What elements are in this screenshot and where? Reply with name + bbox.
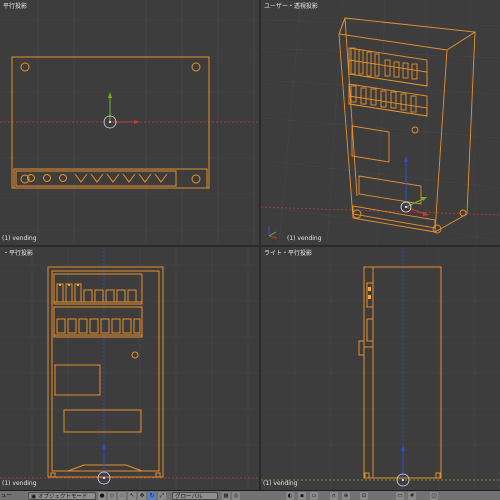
viewport-bottom-right[interactable]: ライト・平行投影 (1) vending [261, 247, 500, 490]
lock-icon[interactable]: ⊡ [360, 492, 368, 500]
header-left-label[interactable]: ュー [1, 492, 12, 500]
render-icon[interactable]: ◐ [286, 492, 294, 500]
mode-select-label: オブジェクトモード [37, 494, 88, 500]
camera-icon[interactable]: ▭ [396, 492, 404, 500]
rotate-icon[interactable]: ↻ [148, 492, 156, 500]
view3d-header: ュー ▣ オブジェクトモード ● ◇ ∴ ↖ ✥ ↻ ⤢ グローバル ▦ ◎ ◐… [0, 490, 500, 500]
active-object-label: (1) vending [287, 235, 322, 242]
viewport-top-left[interactable]: 平行投影 (1) vending [0, 0, 259, 245]
layer-1-icon[interactable]: ▪ [298, 492, 306, 500]
viewport-title: ライト・平行投影 [264, 250, 313, 257]
snap-target-icon[interactable]: ⊕ [342, 492, 350, 500]
magnet-icon[interactable]: ∩ [330, 492, 338, 500]
layer-icon[interactable]: ▦ [222, 492, 230, 500]
vending-machine-side-view [358, 266, 442, 479]
proportional-edit-icon[interactable]: ◎ [232, 492, 240, 500]
orientation-axes-icon [268, 226, 278, 239]
orientation-label: グローバル [175, 494, 203, 500]
object-mode-icon: ▣ [31, 494, 37, 500]
transform-gizmo [400, 156, 429, 216]
viewport-bottom-left[interactable]: ・平行投影 (1) vending [0, 247, 259, 490]
grid-icon[interactable]: # [408, 492, 416, 500]
active-object-label: (1) vending [263, 480, 298, 487]
viewport-canvas[interactable] [0, 247, 259, 490]
pivot-point-icon[interactable]: ◇ [108, 492, 116, 500]
viewport-title: ・平行投影 [3, 250, 34, 257]
viewport-canvas[interactable] [0, 0, 259, 245]
viewport-shading-icon[interactable]: ● [98, 492, 106, 500]
transform-gizmo [103, 92, 140, 129]
orientation-select[interactable]: グローバル [172, 492, 218, 500]
vending-machine-front-view [47, 266, 164, 478]
viewport-canvas[interactable] [261, 0, 500, 245]
viewport-top-right[interactable]: ユーザー・透視投影 (1) vending [261, 0, 500, 245]
active-object-label: (1) vending [2, 480, 37, 487]
vending-machine-perspective [338, 17, 477, 234]
layer-2-icon[interactable]: ▫ [310, 492, 318, 500]
active-object-label: (1) vending [2, 235, 37, 242]
snap-icon[interactable]: ∴ [118, 492, 126, 500]
overlay-icon[interactable]: ◫ [430, 492, 438, 500]
scale-icon[interactable]: ⤢ [158, 492, 166, 500]
mode-select[interactable]: ▣ オブジェクトモード [28, 492, 96, 500]
translate-icon[interactable]: ✥ [138, 492, 146, 500]
manipulator-icon[interactable]: ↖ [128, 492, 136, 500]
viewport-title: ユーザー・透視投影 [264, 3, 318, 10]
viewport-canvas[interactable] [261, 247, 500, 490]
bottle-highlights [368, 287, 371, 299]
viewport-title: 平行投影 [3, 3, 28, 10]
